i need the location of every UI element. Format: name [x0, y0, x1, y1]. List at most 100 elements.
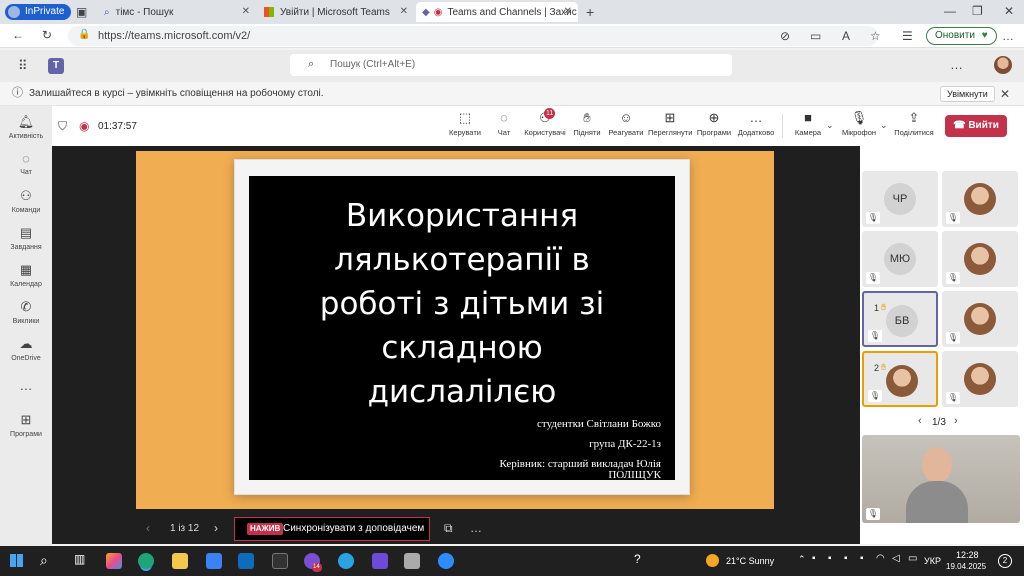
rail-more[interactable]: … — [0, 378, 52, 396]
rail-item-apps[interactable]: ⊞ Програми — [0, 412, 52, 438]
task-view-icon[interactable]: ▥ — [74, 553, 85, 565]
close-window-icon[interactable]: ✕ — [1004, 5, 1014, 17]
app-launcher-icon[interactable]: ⠿ — [18, 59, 28, 72]
participant-tile[interactable]: МЮ 🎙︎ — [862, 231, 938, 287]
participants-button[interactable]: ⚇ 11 Користувачі — [524, 108, 566, 137]
tab-teams-login[interactable]: Увійти | Microsoft Teams ✕ — [258, 2, 414, 22]
participant-tile[interactable]: ЧР 🎙︎ — [862, 171, 938, 227]
participant-tile[interactable]: 🎙︎ — [942, 291, 1018, 347]
clock-date[interactable]: 19.04.2025 — [946, 562, 986, 571]
file-explorer-icon[interactable] — [172, 553, 188, 569]
chevron-down-icon[interactable]: ⌄ — [826, 121, 834, 130]
tray-app-icon[interactable]: ▪ — [812, 554, 816, 564]
manage-button[interactable]: ⬚ Керувати — [448, 110, 482, 137]
close-icon[interactable]: ✕ — [564, 6, 572, 17]
close-icon[interactable]: ✕ — [1000, 88, 1010, 100]
shield-icon[interactable]: ⛉ — [58, 120, 67, 132]
slide-view-icon[interactable]: ⧉ — [444, 522, 453, 534]
self-video-tile[interactable]: 🎙︎ — [862, 435, 1020, 523]
microphone-button[interactable]: 🎙︎ Мікрофон — [840, 110, 878, 137]
rail-item-calls[interactable]: ✆ Виклики — [0, 299, 52, 325]
refresh-icon[interactable]: ↻ — [42, 29, 52, 41]
apps-button[interactable]: ⊕ Програми — [696, 110, 732, 137]
enable-notifications-button[interactable]: Увімкнути — [940, 86, 995, 102]
close-icon[interactable]: ✕ — [242, 6, 250, 17]
url-field[interactable]: 🔒 https://teams.microsoft.com/v2/ — [68, 26, 878, 46]
more-icon[interactable]: … — [1002, 30, 1014, 42]
app-icon[interactable] — [372, 553, 388, 569]
zoom-icon[interactable] — [438, 553, 454, 569]
rail-item-calendar[interactable]: ▦ Календар — [0, 262, 52, 288]
participants-pager: 1/3 — [932, 417, 946, 428]
tray-app-icon[interactable]: ▪ — [844, 554, 848, 564]
tray-app-icon[interactable]: ▪ — [860, 554, 864, 564]
rail-item-onedrive[interactable]: ☁ OneDrive — [0, 336, 52, 362]
camera-button[interactable]: ■ Камера — [792, 110, 824, 137]
rail-item-assignments[interactable]: ▤ Завдання — [0, 225, 52, 251]
new-tab-icon[interactable]: + — [586, 5, 594, 19]
more-icon[interactable]: … — [470, 522, 482, 534]
clock-time[interactable]: 12:28 — [956, 550, 979, 560]
favorite-icon[interactable]: ☆ — [870, 30, 881, 42]
rail-item-teams[interactable]: ⚇ Команди — [0, 188, 52, 214]
participant-tile[interactable]: 🎙︎ — [942, 231, 1018, 287]
read-aloud-icon[interactable]: A — [842, 30, 850, 42]
telegram-icon[interactable] — [338, 553, 354, 569]
minimize-icon[interactable]: — — [944, 5, 956, 17]
input-language[interactable]: УКР — [924, 556, 941, 566]
tray-chevron-icon[interactable]: ⌃ — [798, 555, 806, 564]
sync-presenter-button[interactable]: НАЖИВ Синхронізувати з доповідачем — [234, 517, 430, 541]
meeting-toolbar: ⛉ ◉ 01:37:57 ⬚ Керувати ◌ Чат ⚇ 11 Корис… — [52, 106, 1024, 146]
react-button[interactable]: ☺ Реагувати — [608, 110, 644, 137]
inprivate-badge[interactable]: InPrivate — [5, 4, 72, 20]
store-icon[interactable] — [206, 553, 222, 569]
battery-icon[interactable]: ▭ — [908, 554, 917, 564]
tray-app-icon[interactable]: ▪ — [828, 554, 832, 564]
participant-tile[interactable]: 1 ✋︎ БВ 🎙︎ — [862, 291, 938, 347]
close-icon[interactable]: ✕ — [400, 6, 408, 17]
more-actions-button[interactable]: … Додатково — [736, 110, 776, 137]
maximize-icon[interactable]: ❐ — [972, 5, 983, 17]
rail-item-chat[interactable]: ◌ Чат — [0, 151, 52, 176]
volume-icon[interactable]: ◁ — [892, 554, 900, 564]
copilot-icon[interactable] — [106, 553, 122, 569]
user-avatar[interactable] — [994, 56, 1012, 74]
app-icon[interactable] — [272, 553, 288, 569]
participant-tile[interactable]: 2 ✋︎ 🎙︎ — [862, 351, 938, 407]
phone-icon: ✆ — [20, 299, 32, 314]
previous-slide-icon[interactable]: ‹ — [146, 522, 150, 534]
camera-blocked-icon[interactable]: ⊘ — [780, 30, 790, 42]
chevron-down-icon[interactable]: ⌄ — [880, 121, 888, 130]
teams-top-bar: ⠿ T ⌕ Пошук (Ctrl+Alt+E) … — [0, 50, 1024, 82]
favorites-bar-icon[interactable]: ☰ — [902, 30, 913, 42]
participant-tile[interactable]: 🎙︎ — [942, 351, 1018, 407]
next-slide-icon[interactable]: › — [214, 522, 218, 534]
start-icon[interactable] — [10, 554, 23, 567]
notifications-badge[interactable]: 2 — [998, 554, 1012, 568]
raise-hand-button[interactable]: ✋︎ Підняти — [572, 110, 602, 137]
wifi-icon[interactable]: ◠ — [876, 554, 885, 564]
help-icon[interactable]: ? — [634, 553, 641, 565]
outlook-icon[interactable] — [238, 553, 254, 569]
video-icon[interactable]: ▭ — [810, 30, 821, 42]
participant-tile[interactable]: 🎙︎ — [942, 171, 1018, 227]
tab-actions-icon[interactable]: ▣ — [76, 6, 87, 18]
next-page-icon[interactable]: › — [954, 416, 958, 427]
more-icon[interactable]: … — [950, 58, 963, 71]
tab-search[interactable]: ⌕ тімс - Пошук ✕ — [98, 2, 256, 22]
leave-button[interactable]: ☎︎ Вийти — [945, 115, 1007, 137]
app-icon[interactable] — [404, 553, 420, 569]
chat-button[interactable]: ◌ Чат — [492, 110, 516, 137]
previous-page-icon[interactable]: ‹ — [918, 416, 922, 427]
weather-text[interactable]: 21°C Sunny — [726, 556, 774, 566]
tab-teams-meeting[interactable]: ◆ ◉ Teams and Channels | Захис ✕ — [416, 2, 578, 22]
update-button[interactable]: Оновити ♥ — [926, 27, 997, 45]
share-button[interactable]: ⇪ Поділитися — [894, 110, 934, 137]
edge-icon[interactable] — [138, 553, 154, 569]
slide-group: група ДК-22-1з — [589, 438, 661, 450]
search-input[interactable]: ⌕ Пошук (Ctrl+Alt+E) — [290, 54, 732, 76]
view-button[interactable]: ⊞ Переглянути — [648, 110, 692, 137]
rail-item-activity[interactable]: 🔔︎ Активність — [0, 114, 52, 140]
back-icon[interactable]: ← — [12, 29, 24, 41]
search-icon[interactable]: ⌕ — [40, 553, 48, 567]
